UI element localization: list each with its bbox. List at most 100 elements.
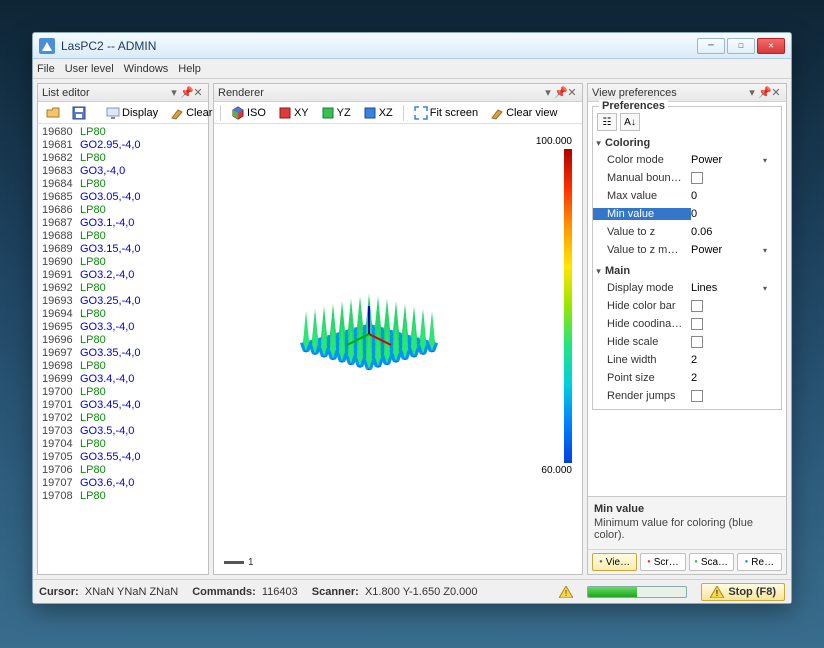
save-button[interactable] bbox=[68, 104, 90, 122]
display-button[interactable]: Display bbox=[102, 104, 162, 122]
list-row[interactable]: 19694LP80 bbox=[42, 308, 208, 321]
menu-file[interactable]: File bbox=[37, 63, 55, 75]
prop-hide-coodina-[interactable]: Hide coodina… bbox=[593, 315, 781, 333]
list-row[interactable]: 19692LP80 bbox=[42, 282, 208, 295]
list-row[interactable]: 19688LP80 bbox=[42, 230, 208, 243]
list-row[interactable]: 19702LP80 bbox=[42, 412, 208, 425]
fit-screen-button[interactable]: Fit screen bbox=[410, 104, 482, 122]
view-xz-button[interactable]: XZ bbox=[359, 104, 397, 122]
prop-value-to-z-m-[interactable]: Value to z m…Power▾ bbox=[593, 241, 781, 259]
panel-close-icon[interactable]: ✕ bbox=[770, 86, 782, 99]
list-row[interactable]: 19680LP80 bbox=[42, 126, 208, 139]
section-coloring[interactable]: Coloring bbox=[593, 135, 781, 151]
close-button[interactable]: ✕ bbox=[757, 38, 785, 54]
list-row[interactable]: 19703GO3.5,-4,0 bbox=[42, 425, 208, 438]
prop-hide-color-bar[interactable]: Hide color bar bbox=[593, 297, 781, 315]
menu-windows[interactable]: Windows bbox=[124, 63, 169, 75]
panel-menu-icon[interactable]: ▾ bbox=[746, 86, 758, 99]
scale-bar: 1 bbox=[224, 557, 254, 568]
checkbox[interactable] bbox=[691, 390, 703, 402]
list-row[interactable]: 19687GO3.1,-4,0 bbox=[42, 217, 208, 230]
pref-tab-3[interactable]: ●Re… bbox=[737, 553, 782, 571]
minimize-button[interactable]: ─ bbox=[697, 38, 725, 54]
preferences-body: Preferences ☷ A↓ ColoringColor modePower… bbox=[588, 102, 786, 574]
list-row[interactable]: 19701GO3.45,-4,0 bbox=[42, 399, 208, 412]
prop-hide-scale[interactable]: Hide scale bbox=[593, 333, 781, 351]
pref-tab-2[interactable]: ●Sca… bbox=[689, 553, 734, 571]
list-row[interactable]: 19707GO3.6,-4,0 bbox=[42, 477, 208, 490]
list-row[interactable]: 19704LP80 bbox=[42, 438, 208, 451]
checkbox[interactable] bbox=[691, 336, 703, 348]
render-viewport[interactable]: 100.000 60.000 1 bbox=[214, 124, 582, 574]
sort-alpha-button[interactable]: A↓ bbox=[620, 113, 640, 131]
view-iso-button[interactable]: ISO bbox=[227, 104, 270, 122]
prop-color-mode[interactable]: Color modePower▾ bbox=[593, 151, 781, 169]
menu-help[interactable]: Help bbox=[178, 63, 201, 75]
list-row[interactable]: 19696LP80 bbox=[42, 334, 208, 347]
statusbar: Cursor: XNaN YNaN ZNaN Commands: 116403 … bbox=[33, 579, 791, 603]
list-row[interactable]: 19686LP80 bbox=[42, 204, 208, 217]
property-help: Min value Minimum value for coloring (bl… bbox=[588, 496, 786, 549]
list-row[interactable]: 19699GO3.4,-4,0 bbox=[42, 373, 208, 386]
view-yz-button[interactable]: YZ bbox=[317, 104, 355, 122]
section-main[interactable]: Main bbox=[593, 263, 781, 279]
help-title: Min value bbox=[594, 503, 780, 515]
prop-point-size[interactable]: Point size2 bbox=[593, 369, 781, 387]
colorbar-max: 100.000 bbox=[536, 136, 572, 147]
list-row[interactable]: 19708LP80 bbox=[42, 490, 208, 503]
panel-menu-icon[interactable]: ▾ bbox=[542, 86, 554, 99]
checkbox[interactable] bbox=[691, 300, 703, 312]
warning-icon: ! bbox=[559, 586, 573, 598]
prop-line-width[interactable]: Line width2 bbox=[593, 351, 781, 369]
stop-button[interactable]: ! Stop (F8) bbox=[701, 583, 785, 601]
dropdown-icon[interactable]: ▾ bbox=[763, 284, 767, 293]
prop-display-mode[interactable]: Display modeLines▾ bbox=[593, 279, 781, 297]
prop-render-jumps[interactable]: Render jumps bbox=[593, 387, 781, 405]
panel-pin-icon[interactable]: 📌 bbox=[180, 86, 192, 99]
list-row[interactable]: 19705GO3.55,-4,0 bbox=[42, 451, 208, 464]
checkbox[interactable] bbox=[691, 318, 703, 330]
list-row[interactable]: 19706LP80 bbox=[42, 464, 208, 477]
view-xy-button[interactable]: XY bbox=[274, 104, 313, 122]
prop-max-value[interactable]: Max value0 bbox=[593, 187, 781, 205]
prop-min-value[interactable]: Min value0 bbox=[593, 205, 781, 223]
list-row[interactable]: 19697GO3.35,-4,0 bbox=[42, 347, 208, 360]
pref-tab-0[interactable]: ●Vie… bbox=[592, 553, 637, 571]
panel-menu-icon[interactable]: ▾ bbox=[168, 86, 180, 99]
panel-pin-icon[interactable]: 📌 bbox=[758, 86, 770, 99]
prop-manual-boun-[interactable]: Manual boun… bbox=[593, 169, 781, 187]
list-row[interactable]: 19698LP80 bbox=[42, 360, 208, 373]
panel-close-icon[interactable]: ✕ bbox=[192, 86, 204, 99]
renderer-header: Renderer ▾ 📌 ✕ bbox=[214, 84, 582, 102]
list-row[interactable]: 19693GO3.25,-4,0 bbox=[42, 295, 208, 308]
list-row[interactable]: 19681GO2.95,-4,0 bbox=[42, 139, 208, 152]
preferences-group: Preferences ☷ A↓ ColoringColor modePower… bbox=[592, 106, 782, 410]
surface-3d bbox=[224, 174, 514, 424]
list-editor-panel: List editor ▾ 📌 ✕ Display Clear 19680LP8… bbox=[37, 83, 209, 575]
list-row[interactable]: 19683GO3,-4,0 bbox=[42, 165, 208, 178]
list-row[interactable]: 19684LP80 bbox=[42, 178, 208, 191]
pref-tab-1[interactable]: ●Scr… bbox=[640, 553, 685, 571]
dropdown-icon[interactable]: ▾ bbox=[763, 246, 767, 255]
list-row[interactable]: 19685GO3.05,-4,0 bbox=[42, 191, 208, 204]
list-row[interactable]: 19691GO3.2,-4,0 bbox=[42, 269, 208, 282]
colorbar-gradient bbox=[564, 149, 572, 463]
list-body[interactable]: 19680LP8019681GO2.95,-4,019682LP8019683G… bbox=[38, 124, 208, 574]
list-row[interactable]: 19690LP80 bbox=[42, 256, 208, 269]
list-row[interactable]: 19689GO3.15,-4,0 bbox=[42, 243, 208, 256]
open-button[interactable] bbox=[42, 104, 64, 122]
list-clear-button[interactable]: Clear bbox=[166, 104, 216, 122]
list-row[interactable]: 19700LP80 bbox=[42, 386, 208, 399]
prop-value-to-z[interactable]: Value to z0.06 bbox=[593, 223, 781, 241]
menu-user-level[interactable]: User level bbox=[65, 63, 114, 75]
clear-view-button[interactable]: Clear view bbox=[486, 104, 561, 122]
list-row[interactable]: 19682LP80 bbox=[42, 152, 208, 165]
dropdown-icon[interactable]: ▾ bbox=[763, 156, 767, 165]
maximize-button[interactable]: ☐ bbox=[727, 38, 755, 54]
list-row[interactable]: 19695GO3.3,-4,0 bbox=[42, 321, 208, 334]
panel-pin-icon[interactable]: 📌 bbox=[554, 86, 566, 99]
panel-close-icon[interactable]: ✕ bbox=[566, 86, 578, 99]
window-title: LasPC2 -- ADMIN bbox=[61, 39, 697, 53]
sort-categorized-button[interactable]: ☷ bbox=[597, 113, 617, 131]
checkbox[interactable] bbox=[691, 172, 703, 184]
